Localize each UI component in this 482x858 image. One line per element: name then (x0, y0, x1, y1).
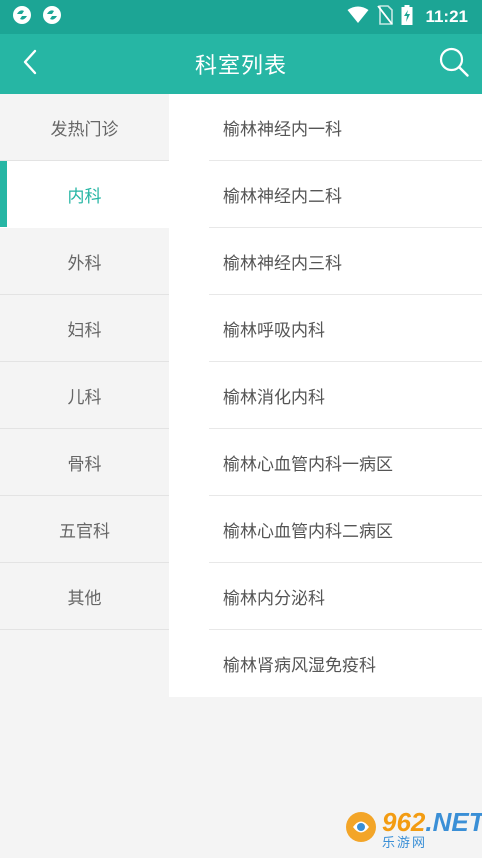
status-bar: 11:21 (0, 0, 482, 34)
department-name: 榆林肾病风湿免疫科 (223, 656, 376, 676)
active-indicator (0, 161, 7, 227)
sidebar-item-label: 内科 (67, 186, 102, 207)
watermark-text: 962.NET 乐游网 (382, 809, 482, 850)
sidebar-item-internal-medicine[interactable]: 内科 (0, 161, 169, 228)
chevron-left-icon (20, 48, 40, 80)
search-icon (438, 46, 470, 82)
watermark-main: 962.NET (382, 809, 482, 835)
department-name: 榆林神经内二科 (223, 187, 342, 207)
sidebar-item-label: 其他 (67, 588, 102, 609)
list-item[interactable]: 榆林神经内二科 (169, 161, 482, 228)
department-name: 榆林消化内科 (223, 388, 325, 408)
status-right-icons: 11:21 (347, 5, 468, 29)
status-left-icons (12, 5, 62, 29)
sidebar-item-label: 外科 (67, 253, 102, 274)
sidebar-item-label: 发热门诊 (50, 119, 119, 140)
watermark-number: 962 (382, 806, 426, 837)
sidebar-item-ent[interactable]: 五官科 (0, 496, 169, 563)
sidebar-item-label: 骨科 (67, 454, 102, 475)
department-name: 榆林心血管内科二病区 (223, 522, 393, 542)
wifi-icon (347, 6, 369, 28)
list-item[interactable]: 榆林内分泌科 (169, 563, 482, 630)
list-item[interactable]: 榆林呼吸内科 (169, 295, 482, 362)
category-sidebar: 发热门诊 内科 外科 妇科 儿科 骨科 五官科 其他 (0, 94, 169, 630)
watermark-sub: 乐游网 (382, 835, 428, 851)
sidebar-item-surgery[interactable]: 外科 (0, 228, 169, 295)
list-item[interactable]: 榆林神经内一科 (169, 94, 482, 161)
sidebar-item-label: 五官科 (59, 521, 110, 542)
watermark-suffix: .NET (425, 806, 482, 837)
list-item[interactable]: 榆林肾病风湿免疫科 (169, 630, 482, 697)
sidebar-item-pediatrics[interactable]: 儿科 (0, 362, 169, 429)
sidebar-item-label: 妇科 (67, 320, 102, 341)
app-notification-icon (42, 5, 62, 29)
back-button[interactable] (8, 42, 52, 86)
list-item[interactable]: 榆林心血管内科二病区 (169, 496, 482, 563)
sidebar-item-label: 儿科 (67, 387, 102, 408)
list-item[interactable]: 榆林消化内科 (169, 362, 482, 429)
search-button[interactable] (432, 42, 476, 86)
app-bar: 科室列表 (0, 34, 482, 94)
list-item[interactable]: 榆林神经内三科 (169, 228, 482, 295)
swirl-logo-icon (344, 810, 378, 848)
sidebar-item-fever-clinic[interactable]: 发热门诊 (0, 94, 169, 161)
department-name: 榆林神经内一科 (223, 120, 342, 140)
department-list: 榆林神经内一科 榆林神经内二科 榆林神经内三科 榆林呼吸内科 榆林消化内科 榆林… (169, 94, 482, 697)
battery-charging-icon (401, 5, 413, 29)
no-sim-icon (377, 5, 394, 29)
list-item[interactable]: 榆林心血管内科一病区 (169, 429, 482, 496)
department-name: 榆林神经内三科 (223, 254, 342, 274)
status-time: 11:21 (425, 7, 468, 26)
sidebar-item-other[interactable]: 其他 (0, 563, 169, 630)
sidebar-item-gynecology[interactable]: 妇科 (0, 295, 169, 362)
watermark-logo: 962.NET 乐游网 (344, 804, 482, 854)
app-notification-icon (12, 5, 32, 29)
sidebar-item-orthopedics[interactable]: 骨科 (0, 429, 169, 496)
department-name: 榆林呼吸内科 (223, 321, 325, 341)
department-name: 榆林心血管内科一病区 (223, 455, 393, 475)
department-name: 榆林内分泌科 (223, 589, 325, 609)
page-title: 科室列表 (194, 54, 287, 79)
